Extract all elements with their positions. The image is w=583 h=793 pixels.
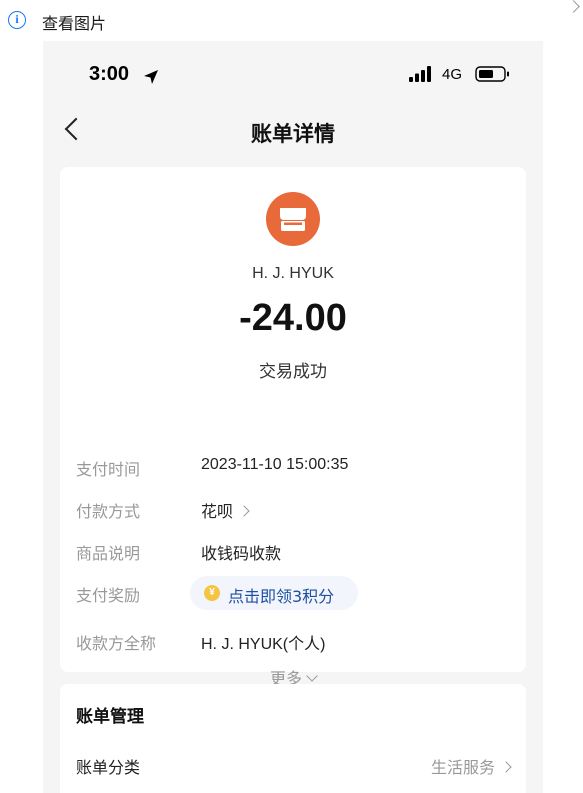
payee-fullname-value: H. J. HYUK(个人) bbox=[201, 636, 326, 653]
transaction-amount: -24.00 bbox=[239, 297, 347, 339]
payment-method-label: 付款方式 bbox=[76, 502, 141, 521]
view-image-label[interactable]: 查看图片 bbox=[42, 10, 106, 34]
section-title: 账单管理 bbox=[76, 707, 144, 727]
chevron-right-icon[interactable] bbox=[567, 0, 580, 13]
payment-method-value: 花呗 bbox=[201, 502, 234, 521]
bill-category-label: 账单分类 bbox=[76, 758, 141, 777]
payee-name: H. J. HYUK bbox=[252, 265, 334, 282]
image-viewer-header: i 查看图片 bbox=[0, 0, 583, 40]
info-icon[interactable]: i bbox=[8, 11, 26, 29]
pay-time-label: 支付时间 bbox=[76, 460, 141, 479]
payee-fullname-label: 收款方全称 bbox=[76, 634, 157, 653]
network-label: 4G bbox=[442, 66, 463, 83]
signal-icon bbox=[409, 66, 431, 82]
transaction-status: 交易成功 bbox=[259, 362, 327, 382]
claim-points-label: 点击即领3积分 bbox=[228, 587, 335, 606]
status-time: 3:00 bbox=[89, 63, 130, 85]
chevron-right-icon bbox=[238, 505, 250, 517]
pay-reward-label: 支付奖励 bbox=[76, 586, 141, 605]
location-arrow-icon bbox=[144, 70, 158, 84]
chevron-down-icon bbox=[306, 670, 318, 682]
payment-method-link[interactable]: 花呗 bbox=[201, 498, 250, 522]
item-description-value: 收钱码收款 bbox=[201, 544, 282, 563]
shop-icon bbox=[266, 192, 320, 246]
battery-icon bbox=[475, 66, 509, 82]
bill-category-link[interactable]: 生活服务 bbox=[430, 754, 512, 778]
item-description-label: 商品说明 bbox=[76, 544, 141, 563]
bill-category-value: 生活服务 bbox=[430, 758, 495, 777]
bill-management-card: 账单管理 账单分类 生活服务 bbox=[60, 684, 526, 793]
bill-summary-card: H. J. HYUK -24.00 交易成功 支付时间 2023-11-10 1… bbox=[60, 167, 526, 688]
page-title: 账单详情 bbox=[251, 122, 335, 146]
chevron-right-icon bbox=[500, 761, 512, 773]
phone-screenshot: 3:00 4G 账单详情 H. J. HYUK -24.00 交易成功 支付时间… bbox=[43, 41, 543, 793]
claim-points-button[interactable]: ¥ 点击即领3积分 bbox=[190, 576, 358, 610]
coin-icon: ¥ bbox=[204, 585, 220, 601]
pay-time-value: 2023-11-10 15:00:35 bbox=[201, 456, 349, 473]
